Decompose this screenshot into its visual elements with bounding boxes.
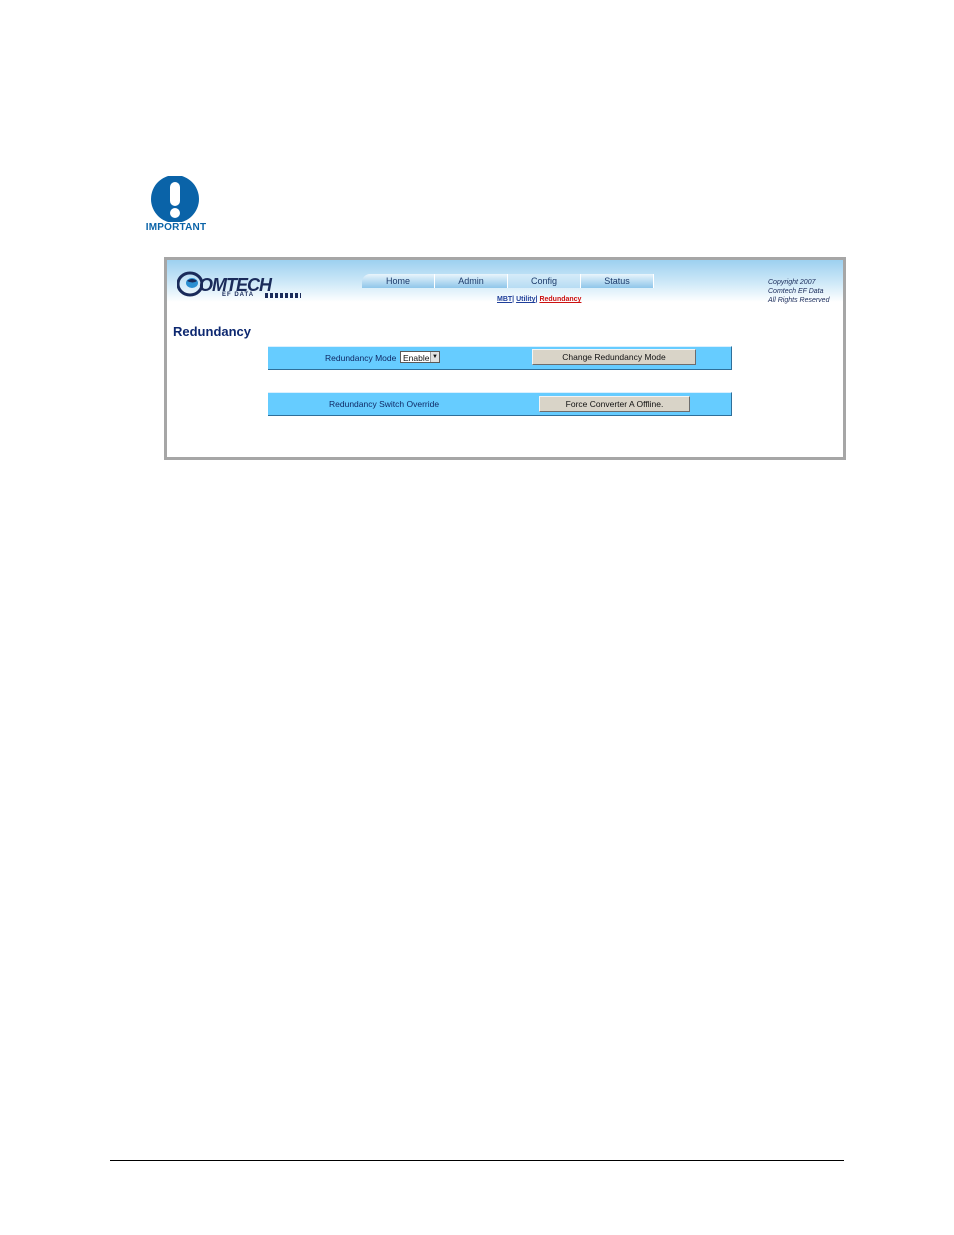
copyright-line: Copyright 2007 bbox=[768, 279, 816, 286]
logo-bars bbox=[265, 293, 301, 298]
tab-home[interactable]: Home bbox=[362, 274, 435, 288]
subnav-mbt[interactable]: MBT bbox=[497, 296, 512, 303]
subnav-utility[interactable]: Utility bbox=[516, 296, 535, 303]
redundancy-mode-label: Redundancy Mode bbox=[325, 353, 397, 363]
tab-config[interactable]: Config bbox=[508, 274, 581, 288]
header-banner: OMTECH EF DATA Home Admin Config Status … bbox=[167, 260, 843, 305]
subnav-redundancy[interactable]: Redundancy bbox=[539, 296, 581, 303]
copyright-line: All Rights Reserved bbox=[768, 297, 830, 304]
copyright-line: Comtech EF Data bbox=[768, 288, 824, 295]
select-value: Enable bbox=[403, 353, 430, 363]
redundancy-mode-select[interactable]: Enable ▼ bbox=[400, 351, 440, 363]
force-converter-offline-button[interactable]: Force Converter A Offline. bbox=[539, 396, 690, 412]
comtech-logo: OMTECH EF DATA bbox=[177, 271, 312, 303]
chevron-down-icon[interactable]: ▼ bbox=[430, 352, 439, 362]
footer-rule bbox=[110, 1160, 844, 1161]
exclamation-icon bbox=[151, 175, 199, 223]
tab-admin[interactable]: Admin bbox=[435, 274, 508, 288]
copyright-notice: Copyright 2007 Comtech EF Data All Right… bbox=[768, 278, 829, 305]
redundancy-switch-override-label: Redundancy Switch Override bbox=[329, 399, 440, 409]
sub-nav: MBT| Utility| Redundancy bbox=[497, 296, 582, 303]
change-redundancy-mode-button[interactable]: Change Redundancy Mode bbox=[532, 349, 696, 365]
redundancy-mode-row: Redundancy Mode Enable ▼ Change Redundan… bbox=[268, 346, 732, 370]
important-notice: IMPORTANT bbox=[140, 175, 212, 236]
screenshot-frame: OMTECH EF DATA Home Admin Config Status … bbox=[164, 257, 846, 460]
page-title: Redundancy bbox=[173, 324, 252, 339]
tab-status[interactable]: Status bbox=[581, 274, 654, 288]
redundancy-switch-override-row: Redundancy Switch Override Force Convert… bbox=[268, 392, 732, 416]
important-label: IMPORTANT bbox=[145, 222, 207, 233]
logo-subtitle: EF DATA bbox=[222, 292, 255, 298]
